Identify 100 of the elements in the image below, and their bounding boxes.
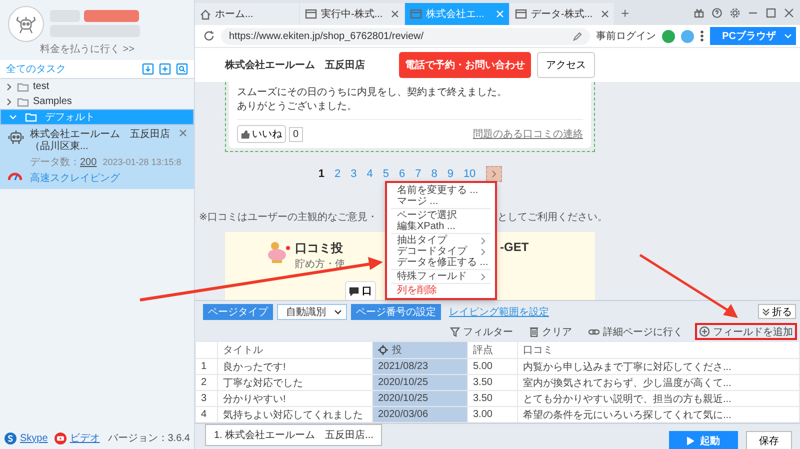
new-tab-button[interactable]: + bbox=[615, 4, 636, 20]
table-cell: 2020/10/25 bbox=[372, 374, 468, 390]
toolbar-button[interactable]: フィルター bbox=[446, 323, 517, 340]
table-cell: 3.50 bbox=[468, 390, 518, 406]
banner-title: -GET bbox=[500, 240, 529, 256]
like-button[interactable]: いいね bbox=[237, 125, 286, 143]
double-chevron-icon bbox=[762, 308, 770, 316]
save-button[interactable]: 保存 bbox=[746, 431, 792, 449]
task-card[interactable]: 株式会社エールーム 五反田店（品川区東... データ数：200 2023-01-28 13:15:8 高速スクレイピング bbox=[0, 125, 194, 189]
table-cell: 良かったです! bbox=[218, 358, 372, 374]
notice-text: ※口コミはユーザーの主観的なご意見・ bbox=[199, 210, 378, 224]
all-tasks-title: 全てのタスク bbox=[6, 63, 67, 76]
toolbar-button[interactable]: 詳細ページに行く bbox=[584, 323, 687, 340]
menu-item[interactable]: 特殊フィールド bbox=[387, 271, 495, 282]
folder-item[interactable]: Samples bbox=[0, 94, 194, 109]
pencil-icon bbox=[573, 32, 582, 40]
skype-icon bbox=[4, 432, 17, 444]
shop-name: 株式会社エールーム 五反田店 bbox=[225, 58, 366, 72]
settings-icon bbox=[730, 8, 740, 18]
table-cell: とても分かりやすい説明で、担当の方も親近... bbox=[518, 390, 800, 406]
page-type-select[interactable]: 自動識別 bbox=[277, 304, 347, 320]
table-cell: 室内が換気されておらず、少し温度が高くて... bbox=[518, 374, 800, 390]
task-tab[interactable]: 1. 株式会社エールーム 五反田店... bbox=[205, 424, 382, 446]
video-icon bbox=[54, 432, 67, 444]
window-icon bbox=[515, 9, 527, 19]
menu-item[interactable]: 名前を変更する ... bbox=[387, 185, 495, 196]
table-cell: 3.50 bbox=[468, 374, 518, 390]
call-button[interactable]: 電話で予約・お問い合わせ bbox=[399, 52, 531, 78]
folder-item[interactable]: test bbox=[0, 79, 194, 94]
import-icon bbox=[142, 63, 154, 75]
target-icon bbox=[378, 345, 388, 355]
banner-title: 口コミ投 bbox=[295, 240, 343, 257]
close-icon bbox=[784, 8, 794, 18]
menu-item[interactable]: 列を削除 bbox=[387, 285, 495, 296]
blurred-badge bbox=[84, 10, 139, 22]
help-icon bbox=[712, 8, 722, 18]
help-link[interactable]: ビデオ bbox=[70, 431, 100, 445]
folder-icon bbox=[17, 96, 29, 106]
row-number: 1 bbox=[196, 358, 218, 374]
user-icon[interactable] bbox=[681, 30, 694, 42]
access-button[interactable]: アクセス bbox=[537, 52, 595, 78]
speedometer-icon bbox=[8, 171, 22, 181]
play-icon bbox=[687, 436, 694, 444]
reload-icon bbox=[203, 30, 215, 42]
chat-icon bbox=[349, 286, 359, 296]
report-link[interactable]: 問題のある口コミの連絡 bbox=[473, 127, 583, 141]
toolbar-button[interactable]: クリア bbox=[525, 323, 576, 340]
data-count: データ数：200 bbox=[30, 156, 97, 169]
payment-link[interactable]: 料金を払うに行く >> bbox=[0, 42, 194, 60]
review-post-button[interactable]: 口 bbox=[345, 281, 376, 300]
row-number: 2 bbox=[196, 374, 218, 390]
menu-item[interactable]: 抽出タイプ bbox=[387, 235, 495, 246]
folder-icon bbox=[17, 82, 29, 92]
add-icon bbox=[699, 326, 710, 337]
column-header[interactable]: 評点 bbox=[468, 342, 518, 358]
table-cell: 2020/03/06 bbox=[372, 406, 468, 422]
caret-icon bbox=[334, 308, 342, 316]
column-header[interactable]: 投 bbox=[372, 342, 468, 358]
row-number: 3 bbox=[196, 390, 218, 406]
menu-item[interactable]: ページで選択 bbox=[387, 210, 495, 221]
robot-icon bbox=[8, 129, 24, 145]
browser-tab[interactable]: 実行中-株式... bbox=[300, 3, 404, 25]
task-time: 2023-01-28 13:15:8 bbox=[102, 157, 182, 167]
menu-item[interactable]: マージ ... bbox=[387, 196, 495, 207]
table-cell: 2021/08/23 bbox=[372, 358, 468, 374]
help-link[interactable]: Skype bbox=[20, 432, 48, 444]
toolbar-button[interactable]: フィールドを追加 bbox=[695, 323, 797, 340]
chevron-icon bbox=[490, 170, 498, 178]
table-cell: 分かりやすい! bbox=[218, 390, 372, 406]
link-icon bbox=[588, 326, 600, 336]
search-icon bbox=[176, 63, 188, 75]
notice-text: としてご利用ください。 bbox=[497, 210, 608, 224]
menu-item[interactable]: データを修正する ... bbox=[387, 257, 495, 268]
home-icon bbox=[200, 8, 211, 20]
page-link[interactable]: 1 bbox=[318, 168, 324, 180]
browser-tab[interactable]: ホーム... bbox=[195, 3, 299, 25]
extension-icon[interactable] bbox=[662, 30, 676, 42]
table-cell: 丁寧な対応でした bbox=[218, 374, 372, 390]
window-icon bbox=[410, 9, 422, 19]
collapse-button[interactable]: 折る bbox=[758, 304, 796, 319]
crab-robot-icon bbox=[15, 14, 37, 34]
filter-icon bbox=[450, 326, 460, 336]
table-cell: 内覧から申し込みまで丁寧に対応してくださ... bbox=[518, 358, 800, 374]
piggy-bank-icon bbox=[265, 240, 291, 264]
menu-item[interactable]: 編集XPath ... bbox=[387, 221, 495, 232]
column-header[interactable]: 口コミ bbox=[518, 342, 800, 358]
scrape-mode: 高速スクレイピング bbox=[30, 172, 121, 185]
new-task-icon bbox=[159, 63, 171, 75]
window-icon bbox=[305, 9, 317, 19]
folder-icon bbox=[25, 112, 37, 122]
column-header[interactable]: タイトル bbox=[218, 342, 372, 358]
next-page-button[interactable] bbox=[486, 166, 502, 182]
pre-login-button[interactable]: 事前ログイン bbox=[596, 29, 656, 43]
review-text: スムーズにその日のうちに内見をし、契約まで終えました。 bbox=[237, 86, 507, 100]
url-field[interactable]: https://www.ekiten.jp/shop_6762801/review/ bbox=[221, 28, 590, 44]
browser-tab[interactable]: データ-株式... bbox=[510, 3, 614, 25]
menu-item[interactable]: デコードタイプ bbox=[387, 246, 495, 257]
gift-icon bbox=[694, 8, 704, 18]
table-cell: 2020/10/25 bbox=[372, 390, 468, 406]
trash-icon bbox=[529, 326, 539, 337]
